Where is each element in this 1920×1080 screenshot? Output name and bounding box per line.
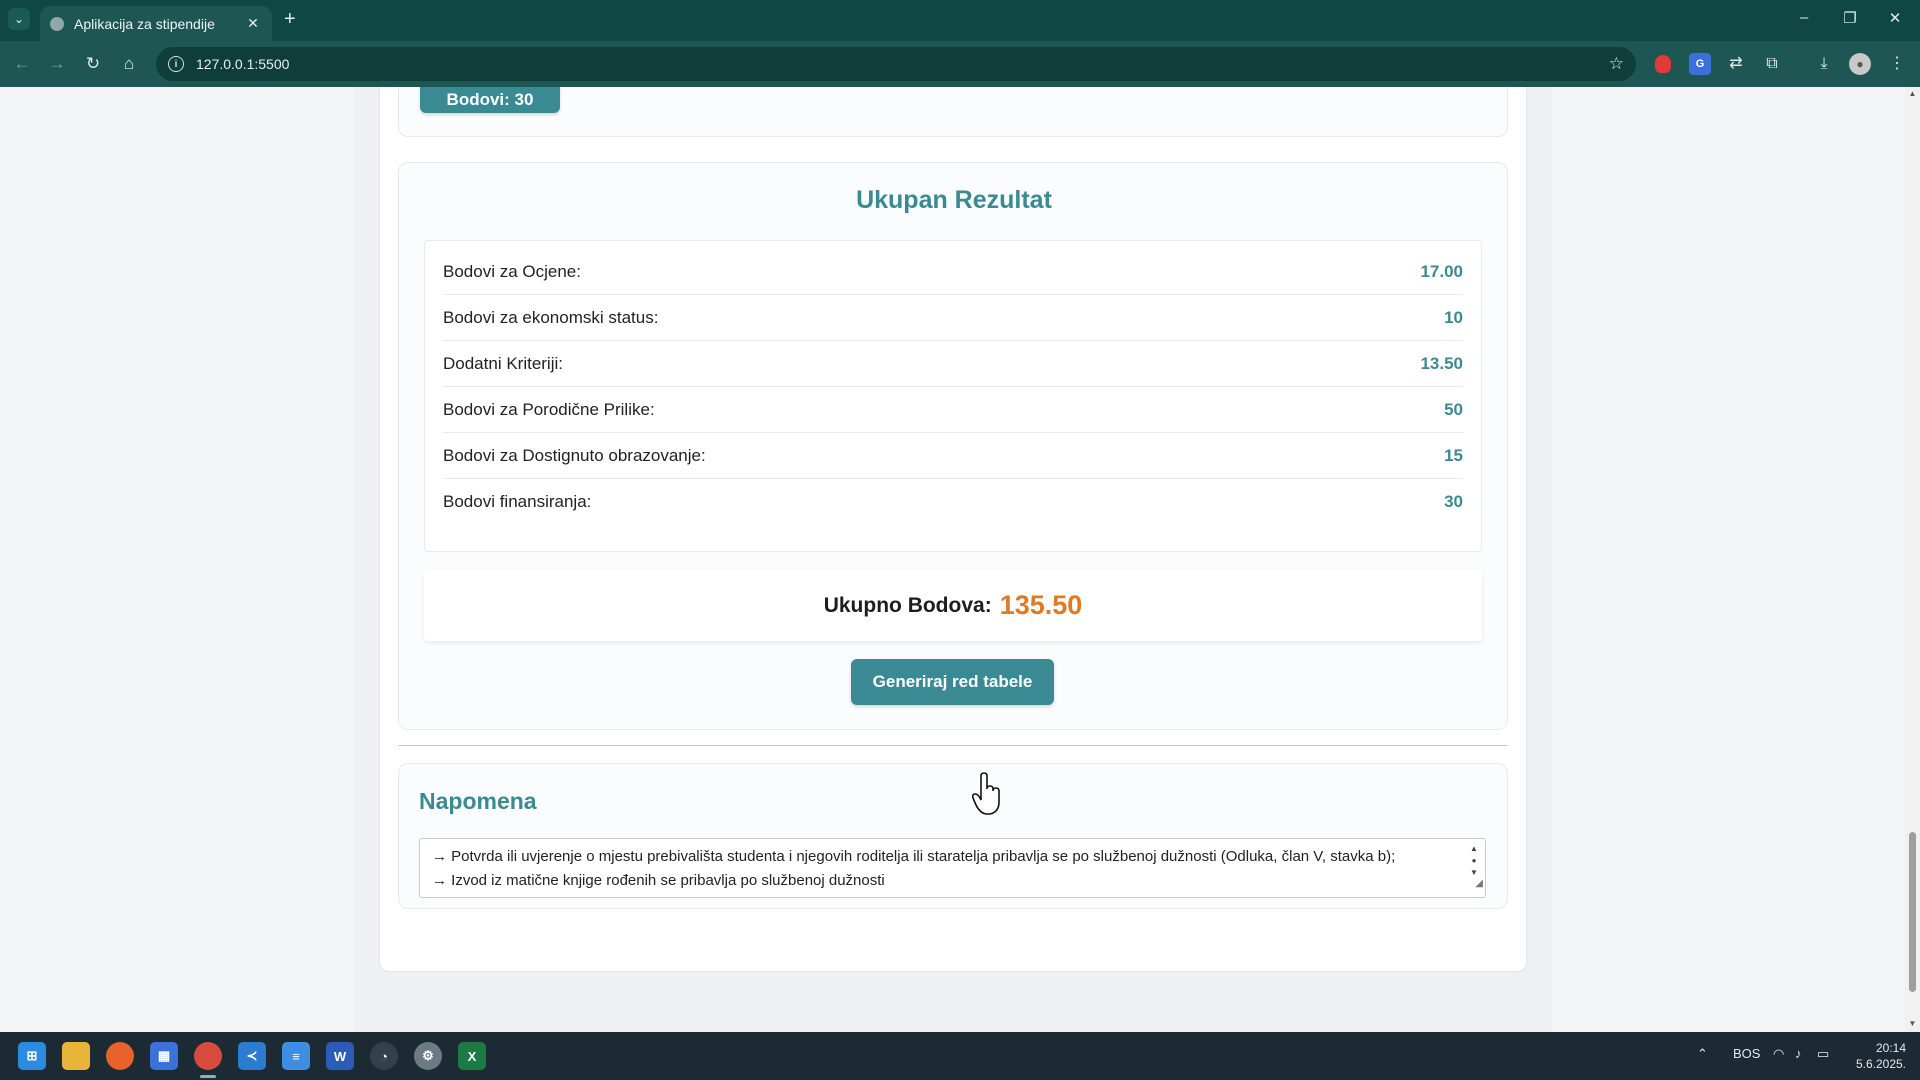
- bookmark-star-icon[interactable]: ☆: [1609, 54, 1624, 74]
- total-points-label: Ukupno Bodova:: [823, 593, 992, 617]
- points-row-value: 13.50: [1420, 353, 1463, 373]
- hand-cursor-icon: [972, 772, 1000, 815]
- browser-tab[interactable]: Aplikacija za stipendije ✕: [40, 6, 272, 41]
- file-explorer-icon[interactable]: [62, 1042, 90, 1070]
- excel-icon[interactable]: X: [458, 1042, 486, 1070]
- resize-handle-icon[interactable]: ◢: [1475, 872, 1483, 896]
- total-points-box: Ukupno Bodova: 135.50: [424, 570, 1482, 641]
- points-row-label: Bodovi za Ocjene:: [443, 261, 581, 281]
- system-clock[interactable]: 20:14 5.6.2025.: [1848, 1040, 1906, 1072]
- back-icon[interactable]: ←: [10, 52, 34, 76]
- wifi-icon[interactable]: ◠: [1773, 1046, 1784, 1062]
- url-text: 127.0.0.1:5500: [196, 56, 290, 72]
- points-row-value: 50: [1444, 399, 1463, 419]
- section-points-button[interactable]: Bodovi: 30: [420, 87, 560, 113]
- points-breakdown-table: Bodovi za Ocjene: 17.00 Bodovi za ekonom…: [424, 240, 1482, 552]
- restore-icon[interactable]: ❐: [1839, 9, 1861, 27]
- new-tab-icon[interactable]: +: [284, 8, 296, 30]
- points-row-value: 30: [1444, 492, 1463, 511]
- volume-icon[interactable]: ♪: [1795, 1046, 1802, 1061]
- points-row-label: Bodovi za Dostignuto obrazovanje:: [443, 445, 706, 465]
- scroll-up-icon[interactable]: ▲: [1908, 89, 1917, 98]
- reload-icon[interactable]: ↻: [81, 52, 105, 76]
- tab-search-menu-icon[interactable]: ⌄: [8, 8, 30, 30]
- points-row: Bodovi za Dostignuto obrazovanje: 15: [443, 433, 1463, 479]
- forward-icon[interactable]: →: [45, 52, 69, 76]
- active-app-indicator: [200, 1075, 216, 1078]
- home-icon[interactable]: ⌂: [117, 52, 141, 76]
- points-row-label: Dodatni Kriteriji:: [443, 353, 563, 373]
- firefox-icon[interactable]: [106, 1042, 134, 1070]
- battery-icon[interactable]: ▭: [1817, 1046, 1829, 1062]
- points-row-label: Bodovi za ekonomski status:: [443, 307, 659, 327]
- chrome-icon[interactable]: [194, 1042, 222, 1070]
- tab-title: Aplikacija za stipendije: [74, 15, 215, 32]
- browser-toolbar: ← → ↻ ⌂ i 127.0.0.1:5500 ☆ G ⇄ ⧉ ⤓ ● ⋮: [0, 41, 1920, 87]
- extension-icon[interactable]: ⇄: [1725, 53, 1747, 75]
- browser-menu-icon[interactable]: ⋮: [1886, 53, 1908, 75]
- close-window-icon[interactable]: ✕: [1884, 9, 1906, 27]
- tab-favicon-icon: [50, 16, 64, 31]
- points-row-value: 15: [1444, 445, 1463, 465]
- total-points-value: 135.50: [999, 590, 1083, 620]
- section-divider: [398, 745, 1508, 746]
- note-card: Napomena → Potvrda ili uvjerenje o mjest…: [398, 763, 1508, 909]
- scroll-down-icon[interactable]: ▼: [1908, 1019, 1917, 1028]
- points-row-value: 17.00: [1420, 261, 1463, 281]
- tray-overflow-icon[interactable]: ⌃: [1697, 1046, 1708, 1062]
- points-row: Bodovi za ekonomski status: 10: [443, 295, 1463, 341]
- windows-taskbar: ⊞ ▦ ≺ ≡ W ◔ ⚙ X ⌃ BOS ◠ ♪ ▭ 20:14 5.6.20…: [0, 1032, 1920, 1080]
- page-scrollbar[interactable]: ▲ ▼: [1905, 87, 1920, 1032]
- profile-avatar-icon[interactable]: ●: [1849, 53, 1871, 75]
- notepad-icon[interactable]: ≡: [282, 1042, 310, 1070]
- word-icon[interactable]: W: [326, 1042, 354, 1070]
- points-row: Bodovi finansiranja: 30: [443, 479, 1463, 525]
- extensions-puzzle-icon[interactable]: ⧉: [1761, 53, 1783, 75]
- settings-icon[interactable]: ⚙: [414, 1042, 442, 1070]
- result-title: Ukupan Rezultat: [856, 186, 1052, 214]
- note-line: → Izvod iz matične knjige rođenih se pri…: [432, 872, 885, 889]
- start-icon[interactable]: ⊞: [18, 1042, 46, 1070]
- clock-date: 5.6.2025.: [1855, 1057, 1906, 1071]
- site-info-icon[interactable]: i: [168, 56, 184, 72]
- minimize-icon[interactable]: –: [1793, 9, 1815, 26]
- previous-section-card: [398, 87, 1508, 137]
- clock-time: 20:14: [1875, 1041, 1906, 1055]
- calendar-icon[interactable]: ▦: [150, 1042, 178, 1070]
- points-row-label: Bodovi finansiranja:: [443, 492, 592, 511]
- points-row: Bodovi za Ocjene: 17.00: [443, 249, 1463, 295]
- note-title: Napomena: [419, 788, 537, 814]
- points-row: Bodovi za Porodične Prilike: 50: [443, 387, 1463, 433]
- language-indicator[interactable]: BOS: [1733, 1046, 1760, 1061]
- browser-tab-bar: ⌄ Aplikacija za stipendije ✕ + – ❐ ✕: [0, 0, 1920, 41]
- note-textarea[interactable]: → Potvrda ili uvjerenje o mjestu prebiva…: [419, 838, 1486, 898]
- extension-red-icon[interactable]: [1655, 55, 1671, 73]
- app-icon[interactable]: ◔: [370, 1042, 398, 1070]
- note-line: → Potvrda ili uvjerenje o mjestu prebiva…: [432, 848, 1396, 865]
- vscode-icon[interactable]: ≺: [238, 1042, 266, 1070]
- page-viewport: Bodovi: 30 Ukupan Rezultat Bodovi za Ocj…: [0, 87, 1905, 1032]
- address-bar[interactable]: i 127.0.0.1:5500 ☆: [156, 47, 1636, 81]
- translate-icon[interactable]: G: [1689, 53, 1711, 75]
- generate-table-row-button[interactable]: Generiraj red tabele: [851, 659, 1054, 705]
- download-icon[interactable]: ⤓: [1813, 53, 1835, 75]
- points-row-label: Bodovi za Porodične Prilike:: [443, 399, 655, 419]
- points-row: Dodatni Kriteriji: 13.50: [443, 341, 1463, 387]
- points-row-value: 10: [1444, 307, 1463, 327]
- scrollbar-thumb[interactable]: [1909, 832, 1916, 992]
- tab-close-icon[interactable]: ✕: [244, 15, 262, 32]
